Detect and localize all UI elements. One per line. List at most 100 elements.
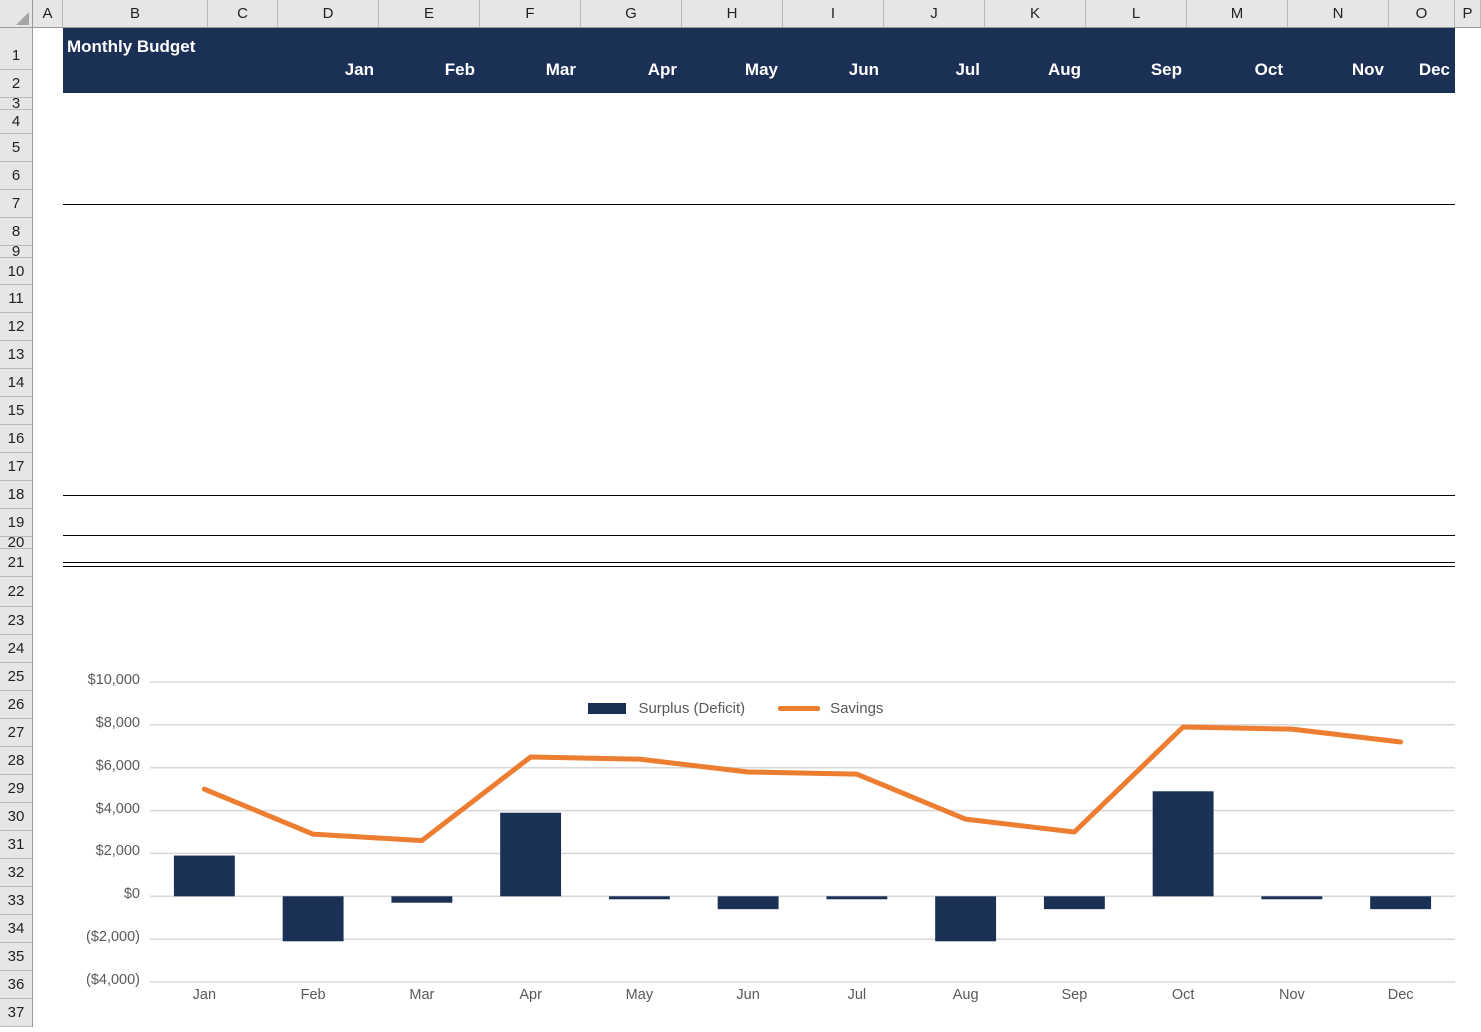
cell-total-expenses-aug[interactable]	[985, 495, 1086, 523]
cell-rent-aug[interactable]	[985, 271, 1086, 299]
cell-other-expenses-jul[interactable]	[884, 467, 985, 495]
cell-food-and-groceries-dec[interactable]	[1389, 299, 1455, 327]
cell-childcare-dec[interactable]	[1389, 383, 1455, 411]
bar-oct[interactable]	[1153, 791, 1214, 896]
cell-other-income-jul[interactable]	[884, 176, 985, 204]
cell-food-and-groceries-sep[interactable]	[1086, 299, 1187, 327]
cell-job-bonus-jun[interactable]	[783, 148, 884, 176]
select-all-corner[interactable]	[0, 0, 33, 27]
cell-surplus-deficit-oct[interactable]	[1187, 535, 1288, 563]
cell-entertainment-aug[interactable]	[985, 355, 1086, 383]
cell-food-and-groceries-may[interactable]	[682, 299, 783, 327]
cell-childcare-apr[interactable]	[581, 383, 682, 411]
column-header-f[interactable]: F	[480, 0, 581, 27]
cell-other-income-may[interactable]	[682, 176, 783, 204]
cell-restaurants-jan[interactable]	[278, 327, 379, 355]
row-header-20[interactable]: 20	[0, 537, 32, 549]
row-header-11[interactable]: 11	[0, 285, 32, 313]
cell-savings-jan[interactable]	[278, 593, 379, 621]
row-header-12[interactable]: 12	[0, 313, 32, 341]
cell-childcare-nov[interactable]	[1288, 383, 1389, 411]
cell-vacation-oct[interactable]	[1187, 439, 1288, 467]
bar-dec[interactable]	[1370, 896, 1431, 909]
row-header-9[interactable]: 9	[0, 246, 32, 258]
cell-job-salary-may[interactable]	[682, 120, 783, 148]
bar-jan[interactable]	[174, 856, 235, 897]
cell-other-expenses-dec[interactable]	[1389, 467, 1455, 495]
cell-restaurants-jun[interactable]	[783, 327, 884, 355]
cell-job-bonus-nov[interactable]	[1288, 148, 1389, 176]
row-header-1[interactable]: 1	[0, 42, 32, 70]
row-header-13[interactable]: 13	[0, 341, 32, 369]
cell-total-income-jan[interactable]	[278, 204, 379, 232]
cell-other-expenses-jan[interactable]	[278, 467, 379, 495]
cell-entertainment-mar[interactable]	[480, 355, 581, 383]
savings-line[interactable]	[204, 727, 1400, 841]
budget-chart[interactable]: $10,000$8,000$6,000$4,000$2,000$0($2,000…	[33, 655, 1481, 1027]
cell-other-expenses-may[interactable]	[682, 467, 783, 495]
cell-restaurants-oct[interactable]	[1187, 327, 1288, 355]
cell-entertainment-jun[interactable]	[783, 355, 884, 383]
cell-other-income-aug[interactable]	[985, 176, 1086, 204]
cell-total-income-mar[interactable]	[480, 204, 581, 232]
cell-restaurants-may[interactable]	[682, 327, 783, 355]
cell-job-salary-sep[interactable]	[1086, 120, 1187, 148]
row-header-34[interactable]: 34	[0, 915, 32, 943]
column-header-n[interactable]: N	[1288, 0, 1389, 27]
cell-total-income-jul[interactable]	[884, 204, 985, 232]
row-header-16[interactable]: 16	[0, 425, 32, 453]
cell-rent-dec[interactable]	[1389, 271, 1455, 299]
cell-food-and-groceries-jun[interactable]	[783, 299, 884, 327]
cell-other-expenses-sep[interactable]	[1086, 467, 1187, 495]
cell-entertainment-may[interactable]	[682, 355, 783, 383]
cell-vacation-jun[interactable]	[783, 439, 884, 467]
cell-surplus-deficit-apr[interactable]	[581, 535, 682, 563]
cell-job-salary-jul[interactable]	[884, 120, 985, 148]
cell-job-salary-feb[interactable]	[379, 120, 480, 148]
row-header-5[interactable]: 5	[0, 134, 32, 162]
cell-entertainment-nov[interactable]	[1288, 355, 1389, 383]
row-header-33[interactable]: 33	[0, 887, 32, 915]
cell-restaurants-jul[interactable]	[884, 327, 985, 355]
cell-total-expenses-feb[interactable]	[379, 495, 480, 523]
cell-savings-sep[interactable]	[1086, 593, 1187, 621]
row-header-10[interactable]: 10	[0, 258, 32, 285]
cell-job-bonus-aug[interactable]	[985, 148, 1086, 176]
cell-childcare-may[interactable]	[682, 383, 783, 411]
cell-rent-jun[interactable]	[783, 271, 884, 299]
cell-job-bonus-feb[interactable]	[379, 148, 480, 176]
row-header-32[interactable]: 32	[0, 859, 32, 887]
cell-other-expenses-aug[interactable]	[985, 467, 1086, 495]
row-header-28[interactable]: 28	[0, 747, 32, 775]
cell-surplus-deficit-jun[interactable]	[783, 535, 884, 563]
cell-vacation-nov[interactable]	[1288, 439, 1389, 467]
cell-surplus-deficit-aug[interactable]	[985, 535, 1086, 563]
cell-food-and-groceries-aug[interactable]	[985, 299, 1086, 327]
cell-surplus-deficit-jul[interactable]	[884, 535, 985, 563]
cell-rent-oct[interactable]	[1187, 271, 1288, 299]
cell-food-and-groceries-oct[interactable]	[1187, 299, 1288, 327]
cell-other-income-apr[interactable]	[581, 176, 682, 204]
column-header-i[interactable]: I	[783, 0, 884, 27]
cell-total-income-dec[interactable]	[1389, 204, 1455, 232]
cell-surplus-deficit-sep[interactable]	[1086, 535, 1187, 563]
cell-food-and-groceries-jul[interactable]	[884, 299, 985, 327]
cell-job-salary-dec[interactable]	[1389, 120, 1455, 148]
column-header-c[interactable]: C	[208, 0, 278, 27]
cell-childcare-feb[interactable]	[379, 383, 480, 411]
column-header-p[interactable]: P	[1455, 0, 1481, 27]
cell-rent-nov[interactable]	[1288, 271, 1389, 299]
row-header-25[interactable]: 25	[0, 663, 32, 691]
cell-rent-mar[interactable]	[480, 271, 581, 299]
cell-job-bonus-may[interactable]	[682, 148, 783, 176]
cell-total-expenses-mar[interactable]	[480, 495, 581, 523]
cell-food-and-groceries-jan[interactable]	[278, 299, 379, 327]
cell-entertainment-apr[interactable]	[581, 355, 682, 383]
cell-entertainment-jan[interactable]	[278, 355, 379, 383]
cell-other-expenses-nov[interactable]	[1288, 467, 1389, 495]
cell-entertainment-feb[interactable]	[379, 355, 480, 383]
cell-job-bonus-apr[interactable]	[581, 148, 682, 176]
row-header-6[interactable]: 6	[0, 162, 32, 190]
column-header-a[interactable]: A	[33, 0, 63, 27]
cell-childcare-sep[interactable]	[1086, 383, 1187, 411]
